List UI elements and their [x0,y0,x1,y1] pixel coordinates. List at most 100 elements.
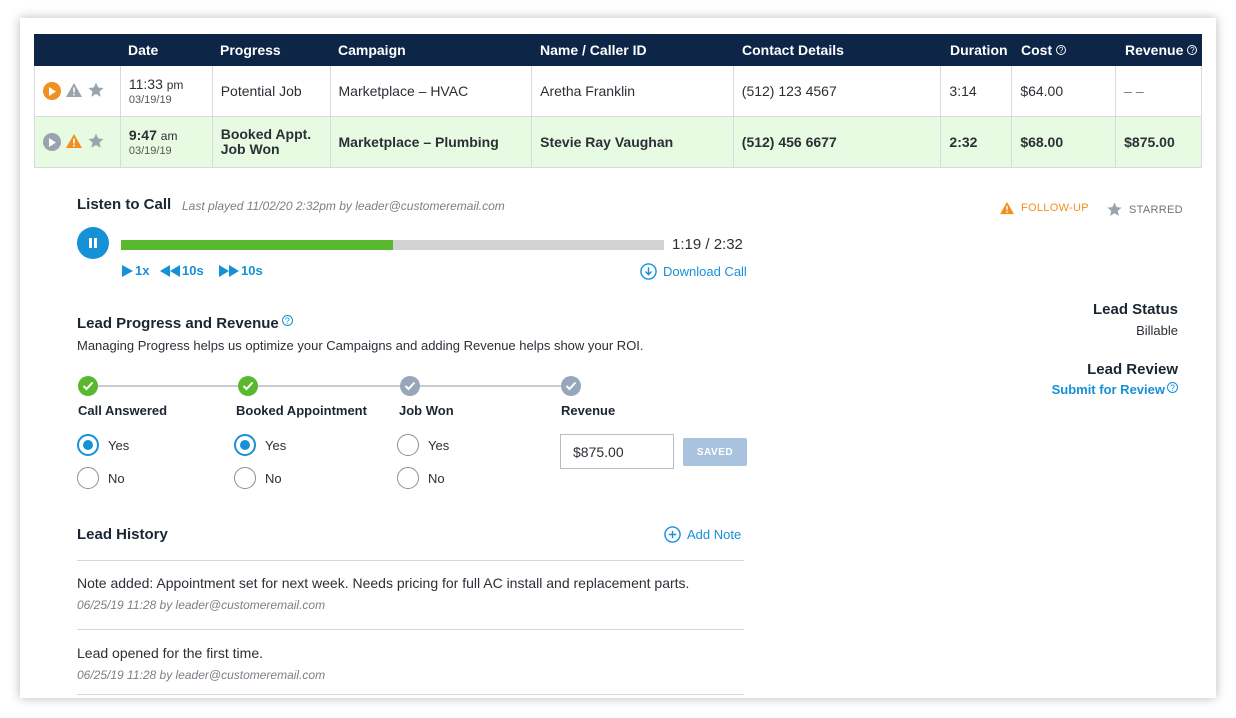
row-progress-2: Job Won [220,141,280,157]
lead-progress-title: Lead Progress and Revenue? [77,315,293,332]
history-entry-meta: 06/25/19 11:28 by leader@customeremail.c… [77,598,326,612]
row-contact: (512) 123 4567 [734,66,942,116]
row-actions [35,66,121,116]
star-icon [1107,202,1122,216]
lead-status: Lead Status Billable [1093,301,1178,338]
row-date: 9:47 am 03/19/19 [121,117,213,167]
submit-review-link[interactable]: Submit for Review? [1052,382,1178,397]
lead-progress-title-label: Lead Progress and Revenue [77,315,279,332]
row-campaign: Marketplace – Plumbing [331,117,533,167]
call-answered-no-radio[interactable]: No [77,467,125,489]
saved-button[interactable]: SAVED [683,438,747,466]
download-call-label: Download Call [663,264,747,279]
header-date[interactable]: Date [120,42,212,58]
rewind-button[interactable]: 10s [160,263,204,278]
header-progress[interactable]: Progress [212,42,330,58]
row-name: Stevie Ray Vaughan [532,117,734,167]
step-label-booked-appointment: Booked Appointment [236,403,367,418]
row-progress: Potential Job [213,66,331,116]
row-date-value: 03/19/19 [128,144,172,157]
row-date-value: 03/19/19 [128,93,172,106]
header-revenue-label: Revenue [1125,42,1184,58]
step-check-icon [561,376,581,396]
step-check-icon [78,376,98,396]
row-date: 11:33 pm 03/19/19 [121,66,213,116]
plus-circle-icon [664,526,681,543]
speed-button[interactable]: 1x [121,263,149,278]
history-entry-meta: 06/25/19 11:28 by leader@customeremail.c… [77,668,326,682]
header-cost-label: Cost [1021,42,1053,58]
play-icon[interactable] [43,82,61,100]
row-time: 11:33 [128,75,163,92]
row-time: 9:47 [128,126,157,143]
submit-review-label: Submit for Review [1051,382,1165,397]
download-call-link[interactable]: Download Call [640,263,747,280]
star-icon[interactable] [87,81,105,102]
rewind-icon [160,264,180,277]
audio-progress-bar[interactable] [121,240,664,250]
step-label-job-won: Job Won [399,403,454,418]
header-revenue[interactable]: Revenue ? [1117,42,1202,58]
header-contact[interactable]: Contact Details [734,42,942,58]
star-icon[interactable] [87,132,105,153]
add-note-button[interactable]: Add Note [664,526,741,543]
add-note-label: Add Note [687,527,742,542]
row-ampm: pm [166,77,184,92]
booked-appointment-yes-radio[interactable]: Yes [234,434,286,456]
row-duration: 2:32 [941,117,1013,167]
help-icon[interactable]: ? [1187,45,1198,55]
last-played: Last played 11/02/20 2:32pm by leader@cu… [182,199,505,213]
audio-progress-fill [121,240,393,250]
table-row[interactable]: 11:33 pm 03/19/19 Potential Job Marketpl… [34,66,1202,117]
step-connector [258,385,400,387]
lead-detail-card: Date Progress Campaign Name / Caller ID … [20,18,1216,698]
warning-icon[interactable] [65,133,83,152]
forward-label: 10s [241,263,263,278]
row-campaign: Marketplace – HVAC [331,66,533,116]
lead-review-label: Lead Review [1087,361,1178,378]
job-won-yes-radio[interactable]: Yes [397,434,449,456]
step-connector [98,385,238,387]
call-answered-yes-radio[interactable]: Yes [77,434,129,456]
help-icon[interactable]: ? [281,315,293,326]
booked-appointment-no-radio[interactable]: No [234,467,282,489]
row-revenue: – – [1124,83,1144,99]
starred-label: STARRED [1129,203,1183,216]
starred-flag[interactable]: STARRED [1106,201,1183,218]
row-name: Aretha Franklin [532,66,734,116]
row-actions [35,117,121,167]
followup-flag[interactable]: FOLLOW-UP [999,201,1089,215]
header-name[interactable]: Name / Caller ID [532,42,734,58]
revenue-input[interactable]: $875.00 [560,434,674,469]
step-check-icon [400,376,420,396]
row-revenue: $875.00 [1124,134,1175,150]
row-progress: Booked Appt. Job Won [213,117,331,167]
help-icon[interactable]: ? [1056,45,1067,55]
warning-icon [1000,201,1014,215]
pause-button[interactable] [77,227,109,259]
history-entry-text: Note added: Appointment set for next wee… [77,575,690,591]
leads-table: Date Progress Campaign Name / Caller ID … [34,34,1202,168]
step-check-icon [238,376,258,396]
lead-review: Lead Review Submit for Review? [1052,361,1178,397]
step-label-call-answered: Call Answered [78,403,168,418]
header-cost[interactable]: Cost ? [1013,42,1117,58]
lead-status-label: Lead Status [1092,301,1178,318]
job-won-no-radio[interactable]: No [397,467,445,489]
header-campaign[interactable]: Campaign [330,42,532,58]
help-icon[interactable]: ? [1167,382,1178,393]
download-icon [640,263,657,280]
row-duration: 3:14 [941,66,1013,116]
play-icon[interactable] [43,133,61,151]
header-duration[interactable]: Duration [942,42,1013,58]
row-progress-1: Booked Appt. [220,126,312,142]
lead-history-title: Lead History [77,526,168,543]
table-row[interactable]: 9:47 am 03/19/19 Booked Appt. Job Won Ma… [34,117,1202,168]
row-cost: $64.00 [1012,66,1117,116]
forward-button[interactable]: 10s [219,263,263,278]
step-connector [420,385,561,387]
table-header: Date Progress Campaign Name / Caller ID … [34,34,1202,66]
history-entry-text: Lead opened for the first time. [77,645,263,661]
warning-icon[interactable] [65,82,83,101]
divider [77,560,744,561]
